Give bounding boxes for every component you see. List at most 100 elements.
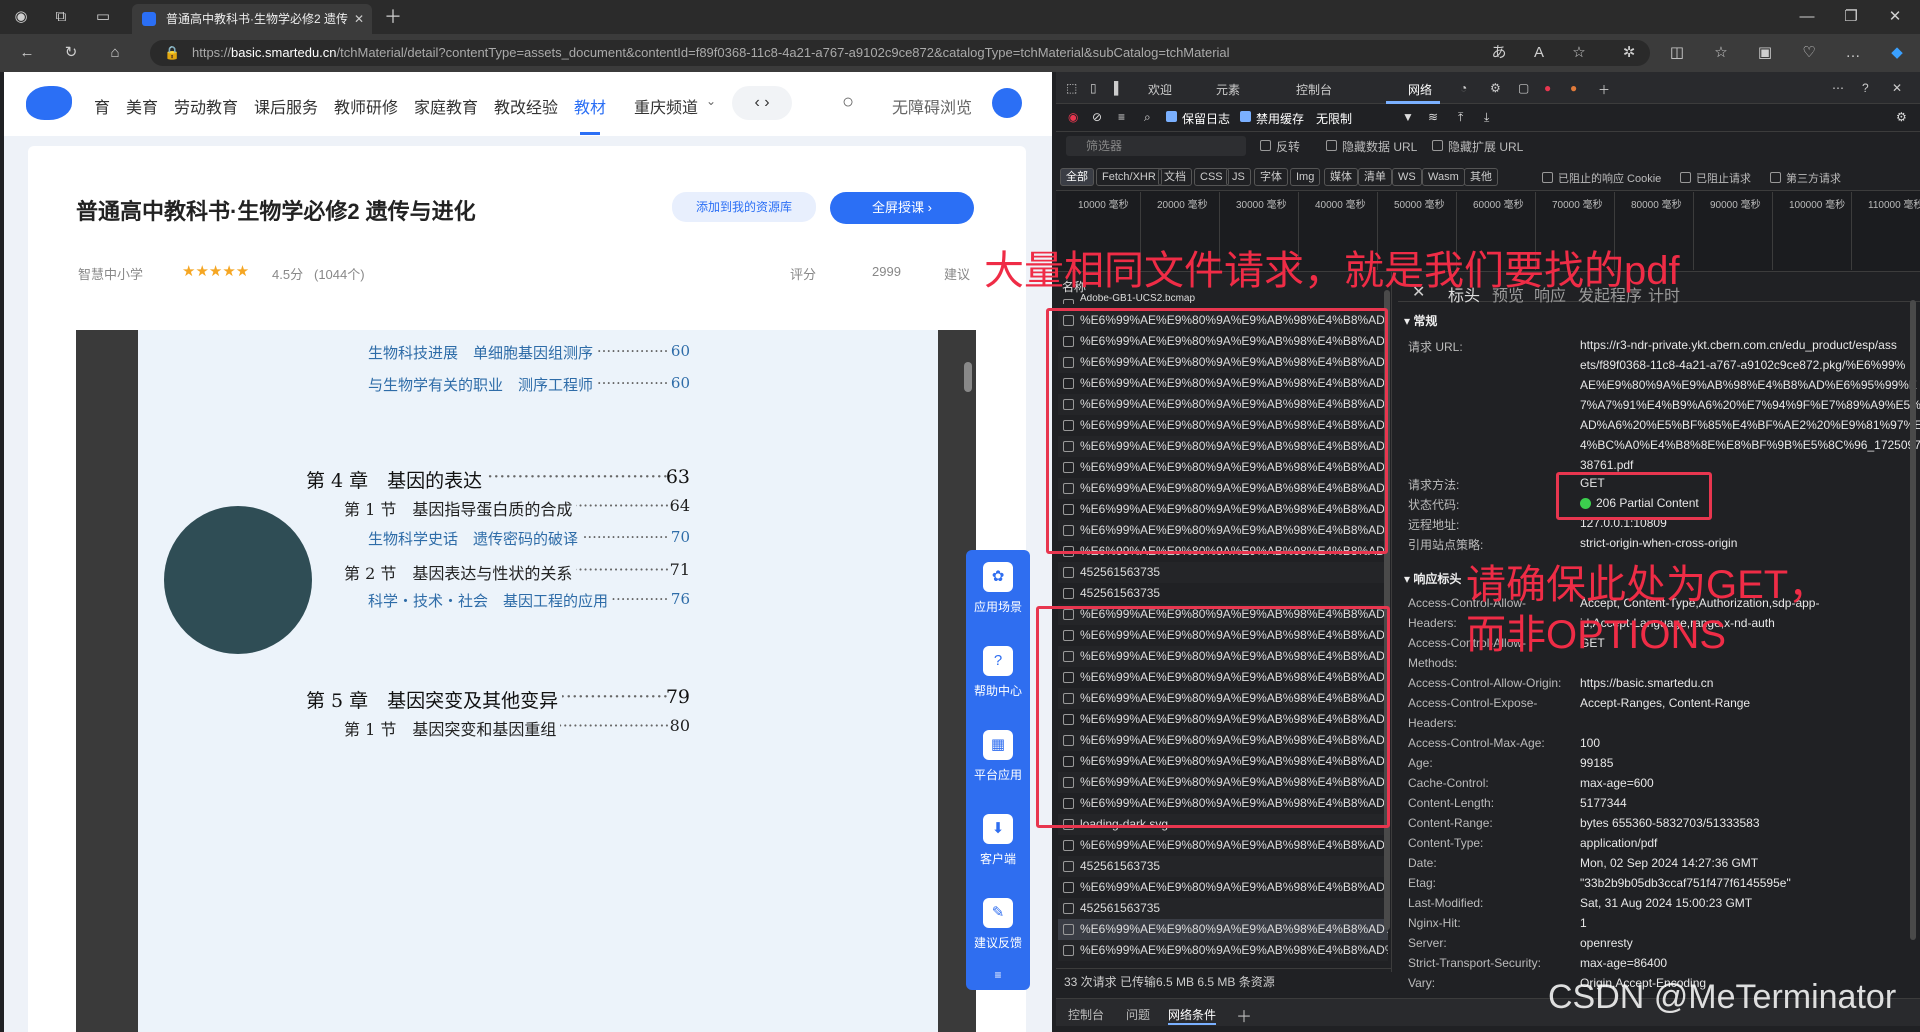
home-icon[interactable]: ⌂ — [104, 42, 126, 64]
performance-icon[interactable]: ◔ — [1460, 81, 1467, 95]
favorites-icon[interactable]: ☆ — [1710, 42, 1732, 64]
request-row[interactable]: %E6%99%AE%E9%80%9A%E9%AB%98%E4%B8%AD%E..… — [1058, 919, 1388, 940]
address-bar[interactable]: 🔒 https://basic.smartedu.cn/tchMaterial/… — [150, 40, 1650, 66]
type-chip[interactable]: 字体 — [1254, 168, 1288, 186]
throttle-select[interactable]: 无限制 — [1316, 110, 1352, 127]
comment-link[interactable]: 评分 — [790, 264, 816, 283]
request-row[interactable]: %E6%99%AE%E9%80%9A%E9%AB%98%E4%B8%AD%E..… — [1058, 835, 1388, 856]
browser-essentials-icon[interactable]: ♡ — [1798, 42, 1820, 64]
collections-icon[interactable]: ▣ — [1754, 42, 1776, 64]
extra-filter-checkbox[interactable] — [1542, 172, 1553, 183]
toc-entry[interactable]: ········································… — [344, 716, 690, 740]
add-to-library-button[interactable]: 添加到我的资源库 — [672, 192, 816, 222]
hide-ext-url-checkbox[interactable] — [1432, 140, 1443, 151]
hide-data-url-checkbox[interactable] — [1326, 140, 1337, 151]
favorite-star-icon[interactable]: ☆ — [1568, 42, 1590, 64]
help-icon[interactable]: ? — [1862, 81, 1869, 95]
request-row[interactable]: %E6%99%AE%E9%80%9A%E9%AB%98%E4%B8%AD%E..… — [1058, 877, 1388, 898]
float-item-apps[interactable]: ▦ 平台应用 — [966, 730, 1030, 783]
record-icon[interactable]: ◉ — [1068, 110, 1078, 124]
type-chip[interactable]: 媒体 — [1324, 168, 1358, 186]
request-row[interactable]: 452561563735 — [1058, 562, 1388, 583]
split-screen-icon[interactable]: ◫ — [1666, 42, 1688, 64]
user-avatar-icon[interactable] — [992, 88, 1022, 118]
fullscreen-teach-button[interactable]: 全屏授课 › — [830, 192, 974, 224]
tab-console[interactable]: 控制台 — [1296, 81, 1332, 98]
more-menu-icon[interactable]: … — [1842, 42, 1864, 64]
nav-item-2[interactable]: 劳动教育 — [174, 94, 238, 118]
close-window-icon[interactable]: ✕ — [1884, 6, 1906, 28]
request-row[interactable]: 452561563735 — [1058, 583, 1388, 604]
toc-entry[interactable]: ········································… — [344, 560, 690, 584]
general-section-toggle[interactable]: ▾ 常规 — [1404, 312, 1437, 329]
type-chip[interactable]: JS — [1226, 168, 1251, 186]
maximize-icon[interactable]: ❐ — [1840, 6, 1862, 28]
invert-checkbox[interactable] — [1260, 140, 1271, 151]
toc-entry[interactable]: ········································… — [306, 686, 690, 713]
nav-item-3[interactable]: 课后服务 — [254, 94, 318, 118]
extension-icon[interactable]: ● — [1544, 81, 1551, 95]
drawer-tab-network-conditions[interactable]: 网络条件 — [1168, 1006, 1217, 1025]
devtools-more-icon[interactable]: ⋯ — [1832, 81, 1844, 95]
import-har-icon[interactable]: ⤒ — [1458, 110, 1463, 125]
toc-entry[interactable]: ········································… — [368, 528, 690, 549]
nav-item-1[interactable]: 美育 — [126, 94, 158, 118]
type-chip[interactable]: Img — [1290, 168, 1321, 186]
like-count[interactable]: 2999 — [872, 264, 901, 279]
new-tab-icon[interactable]: ＋ — [382, 6, 404, 28]
toc-entry[interactable]: ········································… — [306, 466, 690, 493]
type-chip[interactable]: 全部 — [1060, 168, 1094, 186]
nav-item-5[interactable]: 家庭教育 — [414, 94, 478, 118]
toc-entry[interactable]: ········································… — [344, 496, 690, 520]
profile-avatar-icon[interactable]: ◉ — [10, 6, 32, 28]
preserve-log-checkbox[interactable] — [1166, 111, 1177, 122]
type-chip[interactable]: CSS — [1194, 168, 1229, 186]
nav-scroll-arrows[interactable]: ‹ › — [732, 86, 792, 120]
clear-icon[interactable]: ⊘ — [1092, 110, 1102, 124]
float-item-client[interactable]: ⬇ 客户端 — [966, 814, 1030, 867]
close-tab-icon[interactable]: ✕ — [354, 4, 364, 34]
translate-icon[interactable]: あ — [1488, 42, 1510, 64]
network-conditions-icon[interactable]: ≋ — [1428, 110, 1438, 124]
type-chip[interactable]: WS — [1392, 168, 1422, 186]
network-settings-icon[interactable]: ⚙ — [1896, 110, 1907, 124]
tab-network[interactable]: 网络 — [1408, 81, 1432, 98]
float-item-help[interactable]: ? 帮助中心 — [966, 646, 1030, 699]
drawer-add-icon[interactable]: ＋ — [1236, 1003, 1252, 1027]
dock-icon[interactable]: ▌ — [1114, 81, 1123, 95]
back-icon[interactable]: ← — [16, 42, 38, 64]
type-chip[interactable]: Wasm — [1422, 168, 1465, 186]
workspaces-icon[interactable]: ⧉ — [50, 6, 72, 28]
detail-scrollbar[interactable] — [1910, 300, 1916, 940]
extra-filter-checkbox[interactable] — [1680, 172, 1691, 183]
type-chip[interactable]: 清单 — [1358, 168, 1392, 186]
drawer-tab-issues[interactable]: 问题 — [1126, 1006, 1150, 1023]
nav-item-6[interactable]: 教改经验 — [494, 94, 558, 118]
tab-elements[interactable]: 元素 — [1216, 81, 1240, 98]
type-chip[interactable]: 其他 — [1464, 168, 1498, 186]
response-headers-toggle[interactable]: ▾ 响应标头 — [1404, 570, 1461, 587]
nav-item-textbook[interactable]: 教材 — [574, 94, 606, 118]
chevron-down-icon[interactable]: ⌄ — [706, 94, 716, 108]
nav-item-0[interactable]: 育 — [94, 94, 110, 118]
site-logo[interactable] — [26, 86, 72, 120]
active-tab[interactable]: 普通高中教科书·生物学必修2 遗传 ✕ — [132, 4, 372, 34]
filter-icon[interactable]: ≡ — [1118, 110, 1125, 124]
cookie-icon[interactable]: ● — [1570, 81, 1577, 95]
collapse-menu-icon[interactable]: ≡ — [966, 968, 1030, 982]
copilot-icon[interactable]: ◆ — [1886, 42, 1908, 64]
nav-item-chongqing[interactable]: 重庆频道 — [634, 94, 698, 118]
toc-entry[interactable]: ········································… — [368, 342, 690, 363]
tab-actions-icon[interactable]: ▭ — [92, 6, 114, 28]
settings-gear-icon[interactable]: ⚙ — [1490, 81, 1501, 95]
device-toolbar-icon[interactable]: ▯ — [1090, 81, 1097, 95]
application-icon[interactable]: ▢ — [1518, 81, 1529, 95]
request-row[interactable]: 452561563735 — [1058, 898, 1388, 919]
filter-input[interactable]: 筛选器 — [1066, 136, 1246, 156]
float-item-feedback[interactable]: ✎ 建议反馈 — [966, 898, 1030, 951]
minimize-icon[interactable]: — — [1796, 6, 1818, 28]
more-tools-icon[interactable]: ＋ — [1598, 81, 1610, 98]
suggest-link[interactable]: 建议 — [944, 264, 970, 283]
read-aloud-icon[interactable]: A — [1528, 42, 1550, 64]
reload-icon[interactable]: ↻ — [60, 42, 82, 64]
